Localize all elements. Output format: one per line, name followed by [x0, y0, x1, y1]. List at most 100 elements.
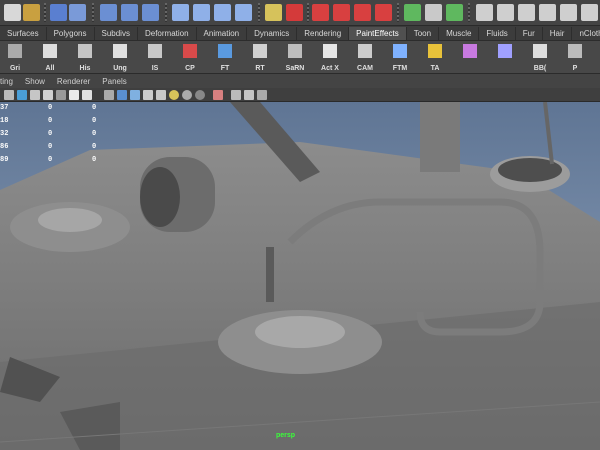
panel-menu-panels[interactable]: Panels — [102, 77, 126, 86]
shelf-button-label: Gri — [9, 65, 21, 72]
shelf-rt-icon — [253, 44, 267, 58]
status-line — [0, 0, 600, 26]
shelf-button-label: His — [79, 65, 91, 72]
hud-stat-label: 32 — [0, 130, 9, 138]
tab-fur[interactable]: Fur — [516, 27, 543, 40]
open-scene-icon[interactable] — [23, 4, 40, 21]
share-icon[interactable] — [257, 90, 267, 100]
tab-polygons[interactable]: Polygons — [47, 27, 95, 40]
render-view-icon[interactable] — [375, 4, 392, 21]
shelf-button-all[interactable]: All — [39, 43, 61, 73]
textured-icon[interactable] — [156, 90, 166, 100]
shadows-icon[interactable] — [195, 90, 205, 100]
all-lights-icon[interactable] — [182, 90, 192, 100]
shelf-button-label: RT — [255, 65, 265, 72]
shelf-button-ftm[interactable]: FTM — [389, 43, 411, 73]
shelf-button-label: FT — [220, 65, 230, 72]
select-object-icon[interactable] — [100, 4, 117, 21]
ipr-render-icon[interactable] — [312, 4, 329, 21]
tab-deformation[interactable]: Deformation — [138, 27, 197, 40]
shelf-blank-13-icon — [463, 44, 477, 58]
save-scene-icon[interactable] — [50, 4, 67, 21]
shelf-button-ung[interactable]: Ung — [109, 43, 131, 73]
safe-action-icon[interactable] — [69, 90, 79, 100]
layout-icon-6[interactable] — [581, 4, 598, 21]
channel-box-icon[interactable] — [446, 4, 463, 21]
shelf-button-is[interactable]: IS — [144, 43, 166, 73]
shelf-p-icon — [568, 44, 582, 58]
render-icon[interactable] — [286, 4, 303, 21]
shelf-button-blank-14[interactable] — [494, 43, 516, 73]
hypershade-icon[interactable] — [354, 4, 371, 21]
shelf-button-ta[interactable]: TA — [424, 43, 446, 73]
tab-surfaces[interactable]: Surfaces — [0, 27, 47, 40]
shelf-ung-icon — [113, 44, 127, 58]
layout-icon-5[interactable] — [560, 4, 577, 21]
bookmark-icon[interactable] — [17, 90, 27, 100]
grid-icon[interactable] — [30, 90, 40, 100]
shelf-button-label: SaRN — [285, 65, 305, 72]
shelf-gri-icon — [8, 44, 22, 58]
shelf-button-act-x[interactable]: Act X — [319, 43, 341, 73]
xray-joints-icon[interactable] — [231, 90, 241, 100]
tab-rendering[interactable]: Rendering — [297, 27, 350, 40]
panel-menu: ting Show Renderer Panels — [0, 74, 600, 88]
tab-fluids[interactable]: Fluids — [479, 27, 516, 40]
shelf-ta-icon — [428, 44, 442, 58]
xray-icon[interactable] — [143, 90, 153, 100]
3d-viewport[interactable]: 37 0 0 18 0 0 32 0 0 86 0 0 89 0 0 persp — [0, 102, 600, 450]
default-light-icon[interactable] — [169, 90, 179, 100]
isolate-select-icon[interactable] — [213, 90, 223, 100]
text-icon[interactable] — [82, 90, 92, 100]
shelf-button-blank-13[interactable] — [459, 43, 481, 73]
shelf-button-label: BB( — [533, 65, 547, 72]
wireframe-on-shaded-icon[interactable] — [130, 90, 140, 100]
render-settings-icon[interactable] — [333, 4, 350, 21]
snap-grid-icon[interactable] — [172, 4, 189, 21]
shelf-button-his[interactable]: His — [74, 43, 96, 73]
layout-icon-1[interactable] — [476, 4, 493, 21]
select-component-icon[interactable] — [121, 4, 138, 21]
tab-painteffects[interactable]: PaintEffects — [349, 27, 407, 40]
tab-toon[interactable]: Toon — [407, 27, 440, 40]
wireframe-icon[interactable] — [104, 90, 114, 100]
snap-surface-icon[interactable] — [235, 4, 252, 21]
tool-settings-icon[interactable] — [425, 4, 442, 21]
camera-icon[interactable] — [4, 90, 14, 100]
tab-hair[interactable]: Hair — [543, 27, 573, 40]
layout-icon-3[interactable] — [518, 4, 535, 21]
shelf-button-cp[interactable]: CP — [179, 43, 201, 73]
snap-point-icon[interactable] — [214, 4, 231, 21]
lasso-icon[interactable] — [142, 4, 159, 21]
panel-menu-ting[interactable]: ting — [0, 77, 13, 86]
hud-stat-a: 0 — [48, 117, 53, 125]
shelf-button-ft[interactable]: FT — [214, 43, 236, 73]
shelf-button-sarn[interactable]: SaRN — [284, 43, 306, 73]
new-scene-icon[interactable] — [4, 4, 21, 21]
hud-stat-label: 86 — [0, 143, 9, 151]
hud-stat-b: 0 — [92, 143, 97, 151]
panel-menu-renderer[interactable]: Renderer — [57, 77, 90, 86]
layout-icon-4[interactable] — [539, 4, 556, 21]
smooth-shade-icon[interactable] — [117, 90, 127, 100]
layout-icon-2[interactable] — [497, 4, 514, 21]
tab-dynamics[interactable]: Dynamics — [247, 27, 298, 40]
history-icon[interactable] — [265, 4, 282, 21]
shelf-button-cam[interactable]: CAM — [354, 43, 376, 73]
tab-subdivs[interactable]: Subdivs — [95, 27, 138, 40]
select-hierarchy-icon[interactable] — [69, 4, 86, 21]
tab-ncloth[interactable]: nCloth — [572, 27, 600, 40]
tab-muscle[interactable]: Muscle — [439, 27, 480, 40]
panel-menu-show[interactable]: Show — [25, 77, 45, 86]
tab-animation[interactable]: Animation — [197, 27, 248, 40]
hq-render-icon[interactable] — [244, 90, 254, 100]
attribute-editor-icon[interactable] — [404, 4, 421, 21]
shelf-button-rt[interactable]: RT — [249, 43, 271, 73]
shelf-button-bb-[interactable]: BB( — [529, 43, 551, 73]
shelf-button-gri[interactable]: Gri — [4, 43, 26, 73]
film-gate-icon[interactable] — [43, 90, 53, 100]
hud-stat-label: 18 — [0, 117, 9, 125]
snap-curve-icon[interactable] — [193, 4, 210, 21]
resolution-gate-icon[interactable] — [56, 90, 66, 100]
shelf-button-p[interactable]: P — [564, 43, 586, 73]
